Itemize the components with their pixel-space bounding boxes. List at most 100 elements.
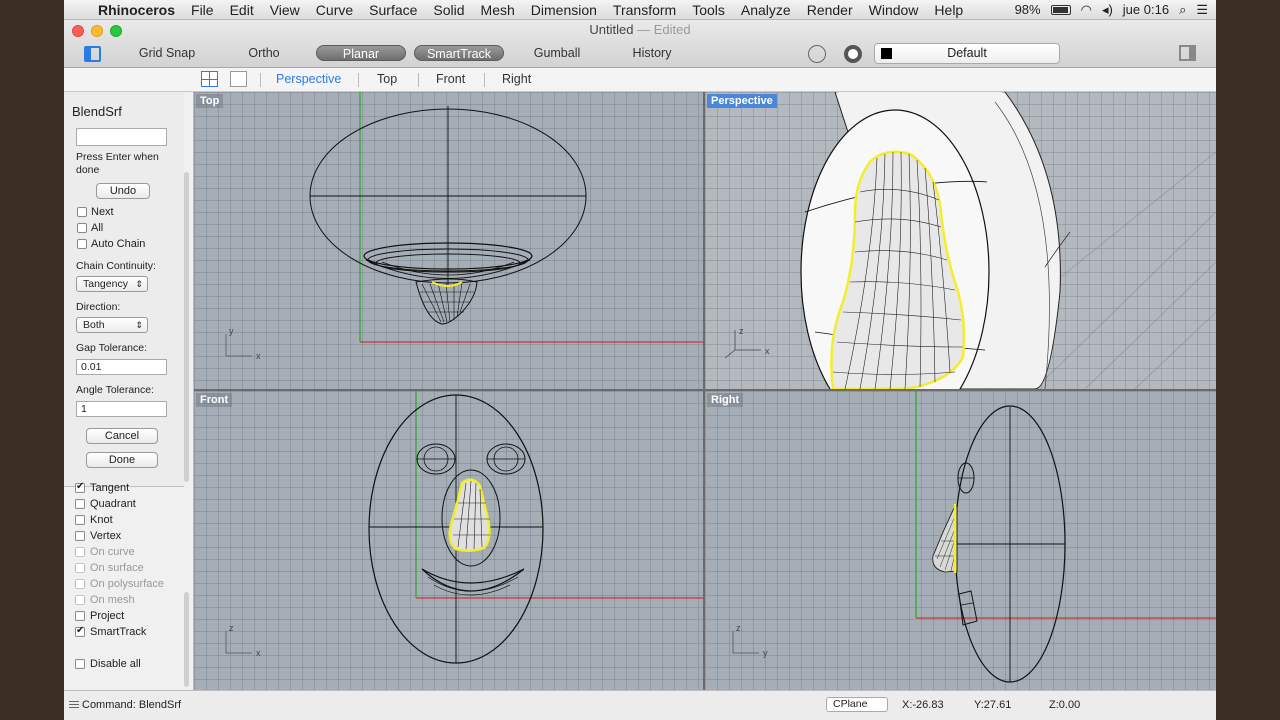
menu-render[interactable]: Render bbox=[799, 2, 861, 18]
menu-view[interactable]: View bbox=[262, 2, 308, 18]
osnap-disable-all[interactable]: Disable all bbox=[75, 658, 141, 670]
auto-chain-option[interactable]: Auto Chain bbox=[77, 238, 145, 250]
chain-continuity-select[interactable]: Tangency bbox=[76, 276, 148, 292]
history-toggle[interactable]: History bbox=[620, 45, 684, 61]
ortho-toggle[interactable]: Ortho bbox=[234, 45, 294, 61]
osnap-tangent[interactable]: Tangent bbox=[75, 481, 130, 494]
notification-center-icon[interactable]: ☰ bbox=[1196, 2, 1208, 18]
all-checkbox[interactable] bbox=[77, 223, 87, 233]
menu-mesh[interactable]: Mesh bbox=[473, 2, 523, 18]
tab-separator bbox=[418, 73, 419, 87]
battery-percent: 98% bbox=[1014, 2, 1041, 17]
viewport-label-right[interactable]: Right bbox=[707, 393, 744, 407]
command-options-panel: BlendSrf Press Enter when done Undo Next… bbox=[64, 92, 184, 487]
volume-icon[interactable]: ◂) bbox=[1102, 2, 1113, 18]
viewport-label-front[interactable]: Front bbox=[196, 393, 233, 407]
cplane-select[interactable]: CPlane bbox=[826, 697, 888, 712]
next-label: Next bbox=[91, 206, 114, 218]
osnap-quadrant-checkbox[interactable] bbox=[75, 499, 85, 509]
perspective-viewport[interactable]: z x Perspective bbox=[705, 92, 1216, 389]
tab-top[interactable]: Top bbox=[377, 72, 397, 86]
menu-file[interactable]: File bbox=[183, 2, 222, 18]
gap-tolerance-field[interactable]: 0.01 bbox=[76, 359, 167, 375]
osnap-tangent-label: Tangent bbox=[90, 482, 130, 494]
osnap-quadrant[interactable]: Quadrant bbox=[75, 498, 136, 510]
osnap-disable-all-checkbox[interactable] bbox=[75, 659, 85, 669]
osnap-vertex-checkbox[interactable] bbox=[75, 531, 85, 541]
menu-edit[interactable]: Edit bbox=[222, 2, 262, 18]
osnap-knot[interactable]: Knot bbox=[75, 514, 113, 526]
menu-app-name[interactable]: Rhinoceros bbox=[96, 2, 183, 18]
cancel-button[interactable]: Cancel bbox=[86, 428, 158, 444]
coord-y: Y:27.61 bbox=[974, 699, 1012, 711]
four-viewports-icon[interactable] bbox=[201, 71, 218, 87]
menu-transform[interactable]: Transform bbox=[605, 2, 684, 18]
layer-dropdown[interactable]: Default bbox=[874, 43, 1060, 64]
menu-dimension[interactable]: Dimension bbox=[523, 2, 605, 18]
svg-text:z: z bbox=[739, 326, 744, 336]
battery-icon[interactable] bbox=[1050, 4, 1071, 15]
svg-text:z: z bbox=[229, 623, 234, 633]
osnap-project-label: Project bbox=[90, 610, 125, 622]
tab-front[interactable]: Front bbox=[436, 72, 465, 86]
all-option[interactable]: All bbox=[77, 222, 103, 234]
osnap-project[interactable]: Project bbox=[75, 610, 124, 622]
front-viewport-geometry: z x bbox=[225, 391, 703, 664]
wifi-icon[interactable]: ◠ bbox=[1081, 2, 1092, 18]
toggle-sidebar-icon[interactable] bbox=[84, 46, 101, 62]
menu-solid[interactable]: Solid bbox=[425, 2, 472, 18]
svg-text:y: y bbox=[763, 648, 768, 658]
done-button[interactable]: Done bbox=[86, 452, 158, 468]
tab-separator bbox=[260, 73, 261, 87]
angle-tolerance-field[interactable]: 1 bbox=[76, 401, 167, 417]
viewport-label-top[interactable]: Top bbox=[196, 94, 224, 108]
osnap-panel-scrollbar[interactable] bbox=[184, 592, 189, 687]
planar-toggle[interactable]: Planar bbox=[316, 45, 406, 61]
spotlight-search-icon[interactable]: ⌕ bbox=[1179, 2, 1186, 18]
next-checkbox[interactable] bbox=[77, 207, 87, 217]
viewport-label-perspective[interactable]: Perspective bbox=[707, 94, 777, 108]
menu-window[interactable]: Window bbox=[861, 2, 927, 18]
osnap-knot-label: Knot bbox=[90, 514, 113, 526]
menubar-status-area: 98% ◠ ◂) jue 0:16 ⌕ ☰ bbox=[1015, 2, 1216, 18]
top-viewport-geometry: y x bbox=[225, 92, 703, 361]
command-line[interactable]: Command: BlendSrf bbox=[82, 699, 181, 711]
menu-surface[interactable]: Surface bbox=[361, 2, 425, 18]
menu-tools[interactable]: Tools bbox=[684, 2, 733, 18]
osnap-smarttrack[interactable]: SmartTrack bbox=[75, 625, 147, 638]
command-history-handle-icon[interactable] bbox=[69, 701, 79, 708]
direction-select[interactable]: Both bbox=[76, 317, 148, 333]
command-input[interactable] bbox=[76, 128, 167, 146]
osnap-icon[interactable] bbox=[808, 45, 826, 63]
tab-separator bbox=[484, 73, 485, 87]
osnap-smarttrack-label: SmartTrack bbox=[90, 626, 147, 638]
command-value: BlendSrf bbox=[138, 699, 182, 711]
menu-analyze[interactable]: Analyze bbox=[733, 2, 799, 18]
tab-perspective[interactable]: Perspective bbox=[276, 72, 341, 86]
smarttrack-toggle[interactable]: SmartTrack bbox=[414, 45, 504, 61]
clock[interactable]: jue 0:16 bbox=[1123, 2, 1169, 17]
undo-button[interactable]: Undo bbox=[96, 183, 150, 199]
tab-separator bbox=[358, 73, 359, 87]
grid-snap-toggle[interactable]: Grid Snap bbox=[132, 45, 202, 61]
menu-help[interactable]: Help bbox=[926, 2, 971, 18]
top-viewport[interactable]: y x Top bbox=[194, 92, 703, 389]
osnap-tangent-checkbox[interactable] bbox=[75, 481, 85, 493]
tab-right[interactable]: Right bbox=[502, 72, 531, 86]
single-viewport-icon[interactable] bbox=[230, 71, 247, 87]
toggle-panels-icon[interactable] bbox=[1179, 45, 1196, 61]
command-panel-scrollbar[interactable] bbox=[184, 172, 189, 482]
menu-curve[interactable]: Curve bbox=[308, 2, 361, 18]
osnap-knot-checkbox[interactable] bbox=[75, 515, 85, 525]
next-option[interactable]: Next bbox=[77, 206, 114, 218]
osnap-project-checkbox[interactable] bbox=[75, 611, 85, 621]
gumball-toggle[interactable]: Gumball bbox=[522, 45, 592, 61]
layer-name: Default bbox=[947, 46, 987, 60]
osnap-vertex[interactable]: Vertex bbox=[75, 530, 121, 542]
osnap-on-mesh-label: On mesh bbox=[90, 594, 135, 606]
right-viewport[interactable]: z y Right bbox=[705, 391, 1216, 690]
osnap-smarttrack-checkbox[interactable] bbox=[75, 625, 85, 637]
front-viewport[interactable]: z x Front bbox=[194, 391, 703, 690]
record-history-icon[interactable] bbox=[844, 45, 862, 63]
auto-chain-checkbox[interactable] bbox=[77, 239, 87, 249]
